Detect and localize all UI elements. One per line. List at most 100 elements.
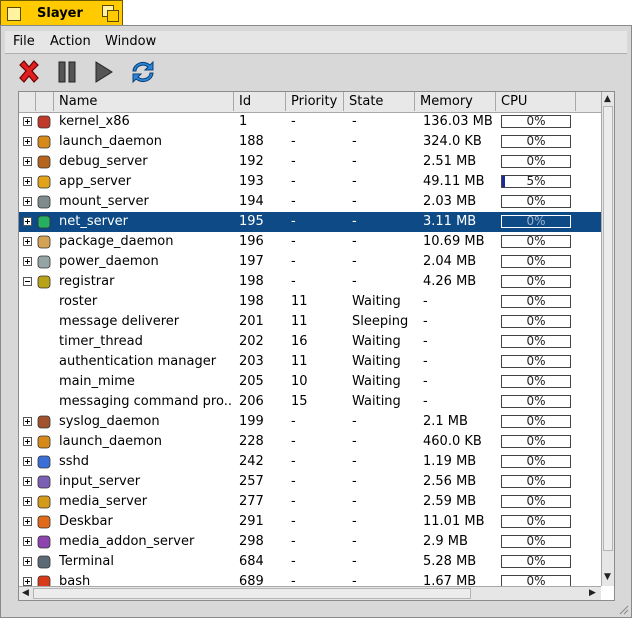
team-row[interactable]: media_addon_server 298 - - 2.9 MB 0%	[19, 532, 601, 552]
scroll-down-icon[interactable]: ▼	[604, 573, 611, 582]
team-row[interactable]: power_daemon 197 - - 2.04 MB 0%	[19, 252, 601, 272]
vertical-scroll-thumb[interactable]	[603, 106, 613, 551]
expand-icon[interactable]	[23, 417, 32, 426]
team-row[interactable]: debug_server 192 - - 2.51 MB 0%	[19, 152, 601, 172]
team-row[interactable]: launch_daemon 188 - - 324.0 KB 0%	[19, 132, 601, 152]
expand-icon[interactable]	[23, 557, 32, 566]
cpu-usage-bar: 0%	[501, 215, 571, 228]
close-box-icon[interactable]	[7, 7, 21, 21]
process-state: -	[352, 554, 357, 569]
thread-row[interactable]: authentication manager 203 11 Waiting - 0%	[19, 352, 601, 372]
play-icon[interactable]	[89, 58, 117, 86]
team-row[interactable]: Terminal 684 - - 5.28 MB 0%	[19, 552, 601, 572]
window-body: File Action Window Name Id Priority Stat…	[0, 25, 632, 618]
team-row[interactable]: net_server 195 - - 3.11 MB 0%	[19, 212, 601, 232]
refresh-icon[interactable]	[129, 58, 157, 86]
cpu-usage-bar: 0%	[501, 375, 571, 388]
expand-icon[interactable]	[23, 117, 32, 126]
horizontal-scrollbar[interactable]: ◀ ▶	[19, 586, 601, 600]
menu-action[interactable]: Action	[50, 34, 91, 49]
window-title: Slayer	[37, 6, 83, 21]
expand-icon[interactable]	[23, 477, 32, 486]
process-priority: -	[291, 534, 296, 549]
expand-icon[interactable]	[23, 517, 32, 526]
process-name: Deskbar	[59, 514, 113, 529]
team-row[interactable]: bash 689 - - 1.67 MB 0%	[19, 572, 601, 586]
cpu-usage-bar: 0%	[501, 535, 571, 548]
expand-icon[interactable]	[23, 537, 32, 546]
cpu-usage-label: 0%	[526, 514, 546, 528]
expand-icon[interactable]	[23, 457, 32, 466]
scroll-up-icon[interactable]: ▲	[604, 95, 611, 104]
expand-icon[interactable]	[23, 497, 32, 506]
resize-grip-icon[interactable]	[617, 603, 629, 615]
cpu-usage-label: 0%	[526, 334, 546, 348]
thread-row[interactable]: message deliverer 201 11 Sleeping - 0%	[19, 312, 601, 332]
process-priority: 11	[291, 354, 308, 369]
expand-icon[interactable]	[23, 257, 32, 266]
expand-icon[interactable]	[23, 177, 32, 186]
scroll-right-icon[interactable]: ▶	[589, 589, 596, 598]
header-icon-col	[36, 92, 54, 111]
horizontal-scroll-thumb[interactable]	[33, 588, 471, 599]
team-row[interactable]: Deskbar 291 - - 11.01 MB 0%	[19, 512, 601, 532]
header-memory[interactable]: Memory	[415, 92, 496, 111]
cpu-usage-bar: 0%	[501, 155, 571, 168]
expand-icon[interactable]	[23, 197, 32, 206]
process-state: Waiting	[352, 294, 401, 309]
process-id: 203	[239, 354, 264, 369]
kill-icon[interactable]	[15, 58, 43, 86]
process-priority: 11	[291, 294, 308, 309]
cpu-usage-label: 0%	[526, 394, 546, 408]
window-tab[interactable]: Slayer	[0, 0, 123, 25]
header-state[interactable]: State	[344, 92, 415, 111]
cpu-usage-label: 0%	[526, 274, 546, 288]
process-state: -	[352, 134, 357, 149]
header-priority[interactable]: Priority	[286, 92, 344, 111]
cpu-usage-bar: 0%	[501, 475, 571, 488]
expand-icon[interactable]	[23, 137, 32, 146]
expand-icon[interactable]	[23, 437, 32, 446]
team-row[interactable]: mount_server 194 - - 2.03 MB 0%	[19, 192, 601, 212]
process-id: 298	[239, 534, 264, 549]
process-memory: -	[423, 334, 428, 349]
collapse-icon[interactable]	[23, 277, 32, 286]
thread-row[interactable]: timer_thread 202 16 Waiting - 0%	[19, 332, 601, 352]
team-row[interactable]: launch_daemon 228 - - 460.0 KB 0%	[19, 432, 601, 452]
process-id: 199	[239, 414, 264, 429]
menu-file[interactable]: File	[13, 34, 35, 49]
process-state: Waiting	[352, 334, 401, 349]
expand-icon[interactable]	[23, 237, 32, 246]
expand-icon[interactable]	[23, 577, 32, 586]
team-row[interactable]: input_server 257 - - 2.56 MB 0%	[19, 472, 601, 492]
expand-icon[interactable]	[23, 217, 32, 226]
menu-window[interactable]: Window	[105, 34, 156, 49]
vertical-scrollbar[interactable]: ▲ ▼	[601, 92, 614, 586]
team-row[interactable]: kernel_x86 1 - - 136.03 MB 0%	[19, 112, 601, 132]
header-id[interactable]: Id	[234, 92, 286, 111]
team-row[interactable]: syslog_daemon 199 - - 2.1 MB 0%	[19, 412, 601, 432]
pause-icon[interactable]	[53, 58, 81, 86]
zoom-box-icon[interactable]	[107, 10, 119, 22]
team-row[interactable]: sshd 242 - - 1.19 MB 0%	[19, 452, 601, 472]
process-name: sshd	[59, 454, 90, 469]
scroll-left-icon[interactable]: ◀	[22, 589, 29, 598]
cpu-usage-label: 0%	[526, 294, 546, 308]
team-row[interactable]: package_daemon 196 - - 10.69 MB 0%	[19, 232, 601, 252]
team-row[interactable]: registrar 198 - - 4.26 MB 0%	[19, 272, 601, 292]
process-list[interactable]: Name Id Priority State Memory CPU kernel…	[18, 91, 615, 601]
expand-icon[interactable]	[23, 157, 32, 166]
thread-row[interactable]: roster 198 11 Waiting - 0%	[19, 292, 601, 312]
process-priority: 16	[291, 334, 308, 349]
process-priority: -	[291, 454, 296, 469]
thread-row[interactable]: main_mime 205 10 Waiting - 0%	[19, 372, 601, 392]
header-cpu[interactable]: CPU	[496, 92, 576, 111]
cpu-usage-bar: 0%	[501, 235, 571, 248]
thread-row[interactable]: messaging command pro... 206 15 Waiting - 0%	[19, 392, 601, 412]
cpu-usage-label: 0%	[526, 554, 546, 568]
header-name[interactable]: Name	[54, 92, 234, 111]
team-row[interactable]: media_server 277 - - 2.59 MB 0%	[19, 492, 601, 512]
team-row[interactable]: app_server 193 - - 49.11 MB 5%	[19, 172, 601, 192]
process-priority: -	[291, 214, 296, 229]
process-memory: -	[423, 394, 428, 409]
